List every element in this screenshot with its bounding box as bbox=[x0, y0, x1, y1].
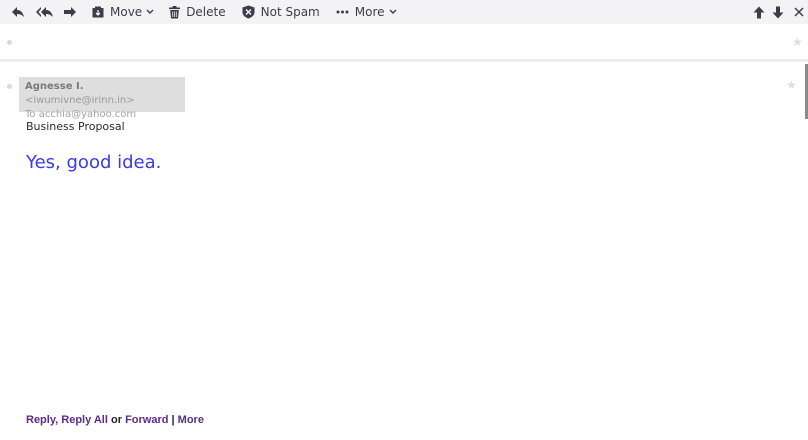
unread-dot bbox=[7, 40, 12, 45]
prev-message-icon bbox=[753, 6, 765, 18]
chevron-down-icon bbox=[146, 9, 154, 14]
next-message-icon bbox=[772, 6, 784, 18]
reply-all-link[interactable]: Reply All bbox=[61, 414, 108, 426]
more-label: More bbox=[354, 5, 385, 19]
delete-button[interactable]: Delete bbox=[169, 0, 226, 24]
close-button[interactable] bbox=[794, 0, 804, 24]
move-icon bbox=[92, 6, 104, 18]
forward-link[interactable]: Forward bbox=[125, 414, 168, 426]
move-label: Move bbox=[110, 5, 143, 19]
not-spam-icon bbox=[242, 5, 255, 19]
chevron-down-icon bbox=[389, 9, 396, 14]
comma-separator: , bbox=[55, 414, 59, 426]
message-nav bbox=[753, 0, 808, 24]
forward-button[interactable] bbox=[63, 0, 77, 24]
delete-label: Delete bbox=[186, 5, 226, 19]
message-header[interactable]: Agnesse I. <iwumivne@irinn.in> To acchia… bbox=[19, 77, 185, 120]
collapsed-message-row[interactable]: ★ bbox=[0, 24, 808, 61]
reply-all-button[interactable] bbox=[36, 0, 54, 24]
star-icon[interactable]: ★ bbox=[786, 79, 797, 91]
message-body: Yes, good idea. bbox=[26, 152, 162, 173]
row-divider bbox=[0, 59, 808, 62]
reply-actions: Reply, Reply All or Forward | More bbox=[26, 414, 204, 426]
close-icon bbox=[794, 7, 804, 17]
reply-icon bbox=[12, 7, 24, 17]
reply-link[interactable]: Reply bbox=[26, 414, 55, 426]
star-icon[interactable]: ★ bbox=[792, 36, 803, 48]
pipe-separator: | bbox=[171, 414, 175, 426]
reply-button[interactable] bbox=[11, 0, 25, 24]
move-button[interactable]: Move bbox=[92, 0, 154, 24]
more-dots-icon bbox=[336, 10, 349, 14]
delete-icon bbox=[169, 5, 181, 18]
next-message-button[interactable] bbox=[772, 0, 784, 24]
sender-email: <iwumivne@irinn.in> bbox=[25, 95, 135, 106]
forward-icon bbox=[64, 7, 76, 17]
or-text: or bbox=[111, 414, 122, 426]
message-subject: Business Proposal bbox=[26, 120, 125, 133]
sender-name: Agnesse I. bbox=[25, 81, 84, 92]
unread-dot bbox=[7, 84, 12, 89]
not-spam-label: Not Spam bbox=[260, 5, 320, 19]
more-button[interactable]: More bbox=[336, 0, 397, 24]
reply-all-icon bbox=[36, 7, 53, 17]
not-spam-button[interactable]: Not Spam bbox=[242, 0, 320, 24]
more-link[interactable]: More bbox=[178, 414, 204, 426]
message-toolbar: Move Delete Not Spam More bbox=[0, 0, 808, 24]
prev-message-button[interactable] bbox=[753, 0, 765, 24]
